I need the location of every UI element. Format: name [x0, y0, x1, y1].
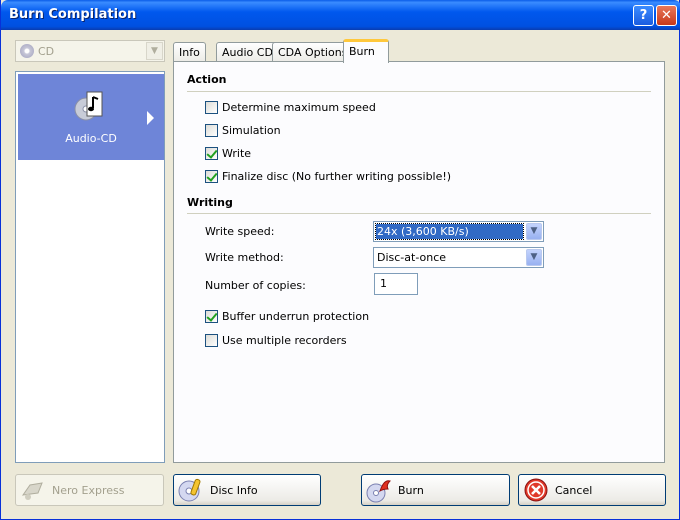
- write-speed-select[interactable]: 24x (3,600 KB/s) ▼: [373, 221, 544, 242]
- writing-section-title: Writing: [187, 196, 233, 209]
- checkbox-label: Buffer underrun protection: [222, 309, 370, 323]
- copies-label: Number of copies:: [205, 279, 306, 292]
- tab-burn[interactable]: Burn: [343, 39, 389, 63]
- write-method-select[interactable]: Disc-at-once ▼: [373, 247, 544, 268]
- finalize-disc-checkbox[interactable]: Finalize disc (No further writing possib…: [205, 169, 451, 183]
- compilation-type-list: Audio-CD: [15, 71, 165, 463]
- write-method-label: Write method:: [205, 251, 284, 264]
- multiple-recorders-checkbox[interactable]: Use multiple recorders: [205, 333, 347, 347]
- cancel-icon: [524, 478, 548, 502]
- action-section-title: Action: [187, 73, 227, 86]
- help-button[interactable]: ?: [633, 5, 654, 26]
- chevron-down-icon: ▼: [146, 42, 163, 60]
- checkbox-box[interactable]: [205, 169, 218, 183]
- cd-icon: [20, 44, 34, 58]
- cancel-button[interactable]: Cancel: [518, 474, 666, 506]
- checkbox-box[interactable]: [205, 309, 218, 323]
- tab-audio-cd[interactable]: Audio CD: [216, 42, 279, 62]
- disc-info-icon: [178, 478, 201, 502]
- disc-info-label: Disc Info: [210, 483, 258, 497]
- category-label: Audio-CD: [65, 132, 117, 145]
- burn-label: Burn: [398, 483, 424, 497]
- determine-max-speed-checkbox[interactable]: Determine maximum speed: [205, 100, 376, 114]
- media-type-select[interactable]: CD ▼: [15, 40, 165, 62]
- burn-compilation-window: Burn Compilation ? ✕ CD ▼ Audio-CD Info …: [0, 0, 680, 520]
- checkbox-box[interactable]: [205, 146, 218, 160]
- write-method-value: Disc-at-once: [377, 251, 447, 264]
- audio-cd-icon: [74, 91, 103, 121]
- burn-button[interactable]: Burn: [361, 474, 510, 506]
- disc-info-button[interactable]: Disc Info: [173, 474, 321, 506]
- checkbox-label: Write: [222, 146, 252, 160]
- checkbox-box[interactable]: [205, 123, 218, 137]
- buffer-underrun-checkbox[interactable]: Buffer underrun protection: [205, 309, 369, 323]
- nero-express-button[interactable]: Nero Express: [15, 474, 164, 506]
- divider: [187, 91, 651, 92]
- category-audio-cd[interactable]: Audio-CD: [18, 74, 164, 160]
- simulation-checkbox[interactable]: Simulation: [205, 123, 281, 137]
- close-button[interactable]: ✕: [656, 5, 677, 26]
- copies-input[interactable]: 1: [374, 273, 418, 295]
- checkbox-label: Determine maximum speed: [222, 100, 376, 114]
- nero-express-label: Nero Express: [52, 483, 125, 497]
- checkbox-label: Finalize disc (No further writing possib…: [222, 169, 452, 183]
- divider: [187, 213, 651, 214]
- tab-cda-options[interactable]: CDA Options: [272, 42, 354, 62]
- checkbox-box[interactable]: [205, 100, 218, 114]
- title-bar[interactable]: Burn Compilation ? ✕: [1, 0, 680, 30]
- cancel-label: Cancel: [555, 483, 593, 497]
- chevron-right-icon: [147, 111, 154, 125]
- chevron-down-icon[interactable]: ▼: [526, 223, 542, 240]
- chevron-down-icon[interactable]: ▼: [526, 249, 542, 266]
- media-type-value: CD: [38, 45, 55, 58]
- write-speed-label: Write speed:: [205, 225, 275, 238]
- burn-icon: [366, 480, 391, 503]
- window-title: Burn Compilation: [9, 7, 137, 22]
- checkbox-label: Simulation: [222, 123, 281, 137]
- tab-info[interactable]: Info: [173, 42, 206, 62]
- checkbox-box[interactable]: [205, 333, 218, 347]
- write-checkbox[interactable]: Write: [205, 146, 251, 160]
- checkbox-label: Use multiple recorders: [222, 333, 347, 347]
- nero-express-icon: [21, 482, 43, 500]
- write-speed-value: 24x (3,600 KB/s): [375, 223, 524, 240]
